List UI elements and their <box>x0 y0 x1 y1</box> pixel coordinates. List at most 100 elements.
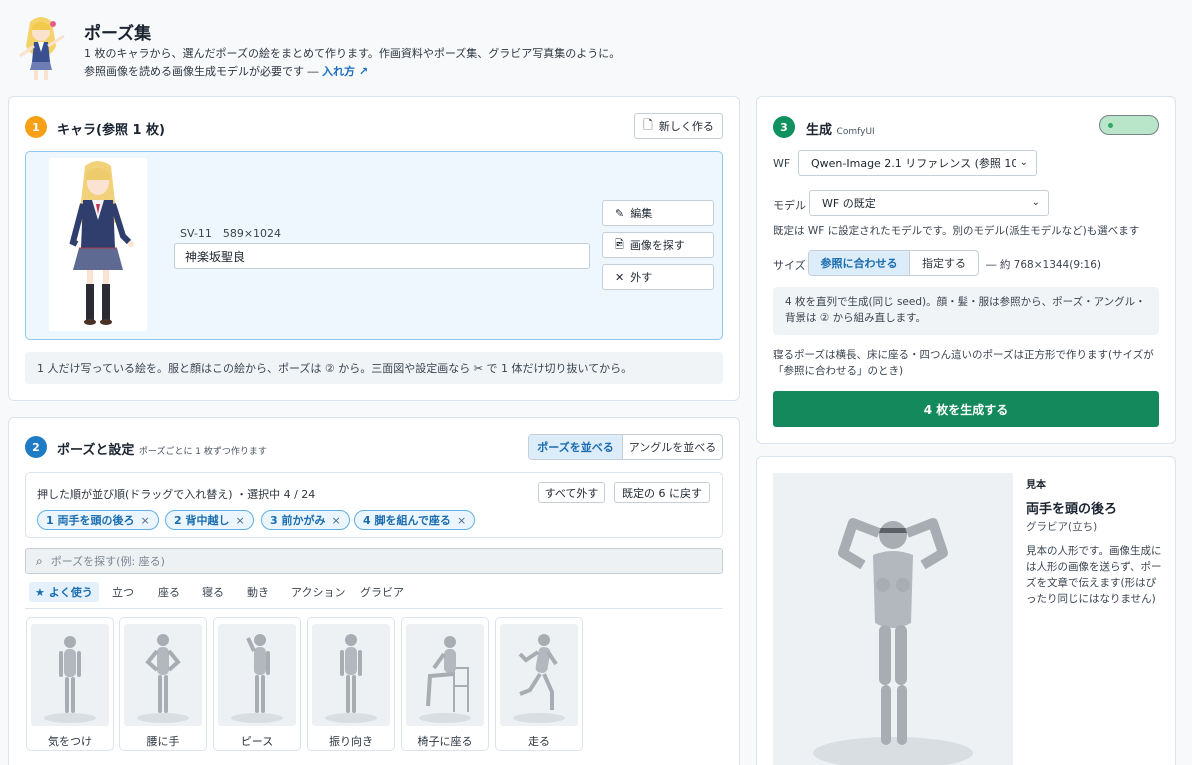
tab-action[interactable]: アクション <box>285 582 351 602</box>
chevron-down-icon: ⌄ <box>1019 157 1028 168</box>
selected-pose-chip[interactable]: 1 両手を頭の後ろ × <box>37 510 159 530</box>
step2-title: ポーズと設定 ポーズごとに 1 枚ずつ作ります <box>57 439 267 458</box>
find-image-button[interactable]: 🖻 画像を探す <box>602 232 714 258</box>
search-icon: ⌕ <box>36 553 43 568</box>
status-dot-icon <box>1108 123 1113 128</box>
wf-select[interactable]: Qwen-Image 2.1 リファレンス (参照 10 枚 ⌄ <box>798 150 1037 176</box>
character-thumbnail[interactable] <box>49 158 147 331</box>
selected-pose-chip[interactable]: 4 脚を組んで座る × <box>354 510 476 530</box>
pose-label: 腰に手 <box>146 735 180 748</box>
wf-label: WF <box>773 157 791 170</box>
find-image-label: 画像を探す <box>629 239 685 252</box>
step3-title: 生成 ComfyUI <box>806 119 875 138</box>
generation-info: 4 枚を直列で生成(同じ seed)。顔・髪・服は参照から、ポーズ・アングル・背… <box>773 287 1159 335</box>
chip-label: 1 両手を頭の後ろ <box>46 514 135 527</box>
pose-figure-image <box>218 624 296 726</box>
pose-search[interactable]: ⌕ ポーズを探す(例: 座る) <box>25 548 723 574</box>
reset-default-button[interactable]: 既定の 6 に戻す <box>614 482 710 503</box>
step3-title-text: 生成 <box>806 123 833 138</box>
size-label: サイズ <box>773 259 806 272</box>
app-logo <box>12 12 70 84</box>
pencil-icon: ✎ <box>615 206 625 220</box>
howto-link[interactable]: 入れ方 ↗ <box>322 65 368 78</box>
connection-status-pill[interactable] <box>1099 115 1159 135</box>
pose-card[interactable]: 椅子に座る <box>401 617 489 751</box>
edit-button[interactable]: ✎ 編集 <box>602 200 714 226</box>
pose-card[interactable]: 腰に手 <box>119 617 207 751</box>
tab-sit[interactable]: 座る <box>152 582 186 602</box>
pose-label: ピース <box>240 735 274 748</box>
tab-stand[interactable]: 立つ <box>106 582 140 602</box>
generate-button[interactable]: 4 枚を生成する <box>773 391 1159 427</box>
preview-pose-name: 両手を頭の後ろ <box>1026 502 1118 517</box>
size-value: ― 約 768×1344(9:16) <box>986 259 1102 271</box>
step3-number: 3 <box>773 116 795 138</box>
pose-label: 振り向き <box>329 735 373 748</box>
description-line1: 1 枚のキャラから、選んだポーズの絵をまとめて作ります。作画資料やポーズ集、グラ… <box>84 47 621 60</box>
wf-value: Qwen-Image 2.1 リファレンス (参照 10 枚 <box>811 157 1016 170</box>
chevron-down-icon: ⌄ <box>1031 197 1040 208</box>
preview-mannequin-image <box>773 473 1013 765</box>
character-meta: SV-11 589×1024 <box>180 227 282 240</box>
mode-pose-button[interactable]: ポーズを並べる <box>529 435 623 459</box>
tab-lie[interactable]: 寝る <box>196 582 230 602</box>
model-select[interactable]: WF の既定 ⌄ <box>809 190 1049 216</box>
tab-divider <box>25 608 723 609</box>
chip-close-icon[interactable]: × <box>140 514 149 527</box>
step1-title: キャラ(参照 1 枚) <box>57 123 165 138</box>
size-match-button[interactable]: 参照に合わせる <box>809 251 910 275</box>
model-label: モデル <box>773 199 806 212</box>
engine-name: ComfyUI <box>836 127 875 137</box>
mode-angle-button[interactable]: アングルを並べる <box>623 435 722 459</box>
clear-all-button[interactable]: すべて外す <box>538 482 605 503</box>
preview-category: グラビア(立ち) <box>1026 521 1098 533</box>
page-description: 1 枚のキャラから、選んだポーズの絵をまとめて作ります。作画資料やポーズ集、グラ… <box>84 45 620 81</box>
pose-label: 気をつけ <box>48 735 92 748</box>
preview-description: 見本の人形です。画像生成には人形の画像を送らず、ポーズを文章で伝えます(形はぴっ… <box>1026 545 1162 605</box>
external-link-icon: ↗ <box>358 65 369 78</box>
pose-figure-image <box>31 624 109 726</box>
pose-card[interactable]: 走る <box>495 617 583 751</box>
page-title: ポーズ集 <box>84 24 152 44</box>
pose-figure-image <box>312 624 390 726</box>
edit-label: 編集 <box>630 207 653 220</box>
description-line2: 参照画像を読める画像生成モデルが必要です ― <box>84 65 319 78</box>
remove-button[interactable]: ✕ 外す <box>602 264 714 290</box>
tab-favorites[interactable]: ★ よく使う <box>29 582 99 602</box>
selected-pose-chip[interactable]: 3 前かがみ × <box>261 510 350 530</box>
chip-close-icon[interactable]: × <box>235 514 244 527</box>
step2-number: 2 <box>25 436 47 458</box>
new-character-label: 新しく作る <box>658 120 714 133</box>
step1-number: 1 <box>25 116 47 138</box>
pose-card[interactable]: ピース <box>213 617 301 751</box>
tab-gravure[interactable]: グラビア <box>354 582 410 602</box>
chip-label: 3 前かがみ <box>270 514 326 527</box>
pose-card[interactable]: 気をつけ <box>26 617 114 751</box>
character-name-input[interactable]: 神楽坂聖良 <box>174 243 590 269</box>
pose-figure-image <box>124 624 202 726</box>
pose-label: 走る <box>528 735 550 748</box>
chip-close-icon[interactable]: × <box>457 514 466 527</box>
new-character-button[interactable]: 🗋 新しく作る <box>634 113 723 139</box>
chip-close-icon[interactable]: × <box>331 514 340 527</box>
selection-order-text: 押した順が並び順(ドラッグで入れ替え) ・選択中 4 / 24 <box>37 488 316 501</box>
preview-label: 見本 <box>1026 480 1046 491</box>
pose-figure-image <box>406 624 484 726</box>
size-toggle: 参照に合わせる 指定する <box>808 250 979 276</box>
model-note: 既定は WF に設定されたモデルです。別のモデル(派生モデルなど)も選べます <box>773 225 1140 237</box>
pose-card[interactable]: 振り向き <box>307 617 395 751</box>
size-custom-button[interactable]: 指定する <box>910 251 978 275</box>
tab-motion[interactable]: 動き <box>241 582 275 602</box>
mode-toggle: ポーズを並べる アングルを並べる <box>528 434 723 460</box>
chip-label: 4 脚を組んで座る <box>363 514 451 527</box>
step2-title-text: ポーズと設定 <box>57 443 135 458</box>
pose-figure-image <box>500 624 578 726</box>
image-search-icon: 🖻 <box>615 237 624 251</box>
pose-label: 椅子に座る <box>417 735 473 748</box>
new-file-icon: 🗋 <box>643 117 653 132</box>
remove-label: 外す <box>630 271 653 284</box>
model-value: WF の既定 <box>822 197 876 210</box>
close-icon: ✕ <box>615 270 625 284</box>
selected-pose-chip[interactable]: 2 背中越し × <box>165 510 254 530</box>
search-input[interactable]: ポーズを探す(例: 座る) <box>51 553 165 569</box>
